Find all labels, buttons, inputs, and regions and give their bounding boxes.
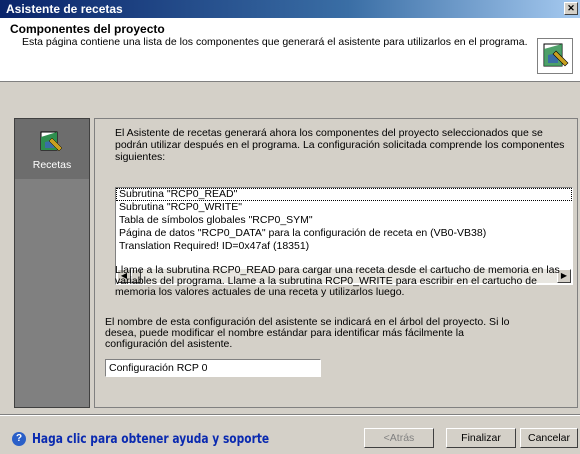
intro-text: El Asistente de recetas generará ahora l…: [115, 127, 565, 163]
footer-divider: [0, 414, 580, 416]
back-button[interactable]: <Atrás: [364, 428, 434, 448]
cancel-button[interactable]: Cancelar: [520, 428, 578, 448]
window-title: Asistente de recetas: [6, 2, 123, 16]
sidebar-item-recetas[interactable]: Recetas: [15, 119, 89, 179]
recipe-icon: [37, 129, 65, 155]
list-item[interactable]: Subrutina "RCP0_WRITE": [116, 201, 572, 214]
page-header: Componentes del proyecto Esta página con…: [0, 18, 580, 82]
list-item[interactable]: Tabla de símbolos globales "RCP0_SYM": [116, 214, 572, 227]
sidebar-item-label: Recetas: [32, 159, 72, 171]
calls-description: Llame a la subrutina RCP0_READ para carg…: [115, 264, 560, 298]
close-button[interactable]: ✕: [564, 2, 578, 15]
list-item[interactable]: Subrutina "RCP0_READ": [116, 188, 572, 201]
list-item[interactable]: Translation Required! ID=0x47af (18351): [116, 240, 572, 253]
sidebar: Recetas: [14, 118, 90, 408]
name-description: El nombre de esta configuración del asis…: [105, 316, 510, 350]
title-bar: Asistente de recetas ✕: [0, 0, 580, 18]
help-link[interactable]: ? Haga clic para obtener ayuda y soporte: [12, 430, 321, 448]
config-name-input[interactable]: [105, 359, 321, 377]
page-title: Componentes del proyecto: [10, 22, 165, 36]
page-description: Esta página contiene una lista de los co…: [22, 36, 528, 48]
finish-button[interactable]: Finalizar: [446, 428, 516, 448]
wizard-icon: [537, 38, 573, 74]
main-panel: El Asistente de recetas generará ahora l…: [94, 118, 578, 408]
list-item[interactable]: Página de datos "RCP0_DATA" para la conf…: [116, 227, 572, 240]
help-icon: ?: [12, 432, 26, 446]
help-text[interactable]: Haga clic para obtener ayuda y soporte: [32, 432, 269, 447]
